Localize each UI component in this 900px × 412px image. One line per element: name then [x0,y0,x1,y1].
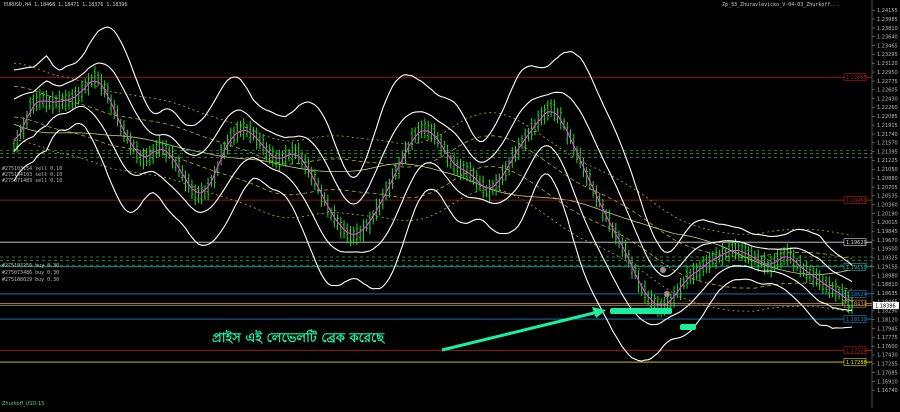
price-tick-label: 1.21395 [877,150,898,156]
symbol-info: EURUSD,H4 1.18468 1.18471 1.18376 1.1839… [4,2,128,8]
order-label[interactable]: #275103256 buy 0.30 [2,263,59,269]
price-tick-label: 1.20880 [877,176,898,182]
level-price: 1.18130 [846,317,867,323]
level-price: 1.19150 [846,265,867,271]
price-tick-label: 1.18635 [877,291,898,297]
envelope-band [13,85,853,259]
price-chart[interactable]: 1.22855 1.20450 1.19629 1.19150 1.18624 1.184… [0,0,900,408]
price-tick-label: 1.23640 [877,34,898,40]
annotation-arrow [441,310,599,352]
price-tick-label: 1.17600 [877,344,898,350]
annotation-text: প্রাইস এই লেভেলটি ব্রেক করেছে [212,329,385,346]
price-tick-label: 1.23465 [877,43,898,49]
price-tick-label: 1.17945 [877,326,898,332]
price-tick-label: 1.22430 [877,96,898,102]
order-label[interactable]: #275108029 buy 0.30 [2,277,59,283]
price-tick-label: 1.21570 [877,141,898,147]
order-label[interactable]: #275073486 buy 0.30 [2,270,59,276]
signal-dot [664,291,670,297]
band-line [13,105,853,326]
price-tick-label: 1.24155 [877,8,898,14]
break-marker [610,308,672,314]
price-tick-label: 1.22775 [877,79,898,85]
footer-label: Zhurkoff_USD-15 [2,401,45,407]
price-tick-label: 1.20705 [877,185,898,191]
price-tick-label: 1.16740 [877,388,898,394]
order-label[interactable]: #275071483 sell 0.10 [2,178,62,184]
level-price: 1.19629 [846,240,867,246]
price-tick-label: 1.23120 [877,61,898,67]
price-tick-label: 1.18980 [877,273,898,279]
price-tick-label: 1.16910 [877,379,898,385]
envelope-band [13,116,853,290]
price-tick-label: 1.18810 [877,282,898,288]
price-tick-label: 1.17085 [877,370,898,376]
price-tick-label: 1.22605 [877,88,898,94]
chart-canvas[interactable]: 1.228551.204501.196291.191501.186241.184… [0,0,900,408]
price-tick-label: 1.21915 [877,123,898,129]
price-tick-label: 1.22260 [877,105,898,111]
price-tick-label: 1.20535 [877,194,898,200]
price-tick-label: 1.22085 [877,114,898,120]
price-tick-label: 1.19845 [877,229,898,235]
price-tick-label: 1.19500 [877,247,898,253]
break-marker [680,324,696,330]
price-tick-label: 1.18290 [877,309,898,315]
price-tick-label: 1.19670 [877,238,898,244]
annotation-arrowhead [592,307,606,318]
indicator-name: Zp_33_Zhuravlevicko_V-04-03_Zhurkoff... [722,2,840,8]
level-price: 1.22855 [846,75,867,81]
price-tick-label: 1.21050 [877,167,898,173]
price-tick-label: 1.20015 [877,220,898,226]
price-tick-label: 1.18120 [877,317,898,323]
price-tick-label: 1.17255 [877,362,898,368]
price-tick-label: 1.23810 [877,26,898,32]
price-tick-label: 1.21740 [877,132,898,138]
price-tick-label: 1.23295 [877,52,898,58]
price-tick-label: 1.23985 [877,17,898,23]
level-price: 1.20450 [846,198,867,204]
level-price: 1.17288 [846,360,867,366]
price-tick-label: 1.19155 [877,264,898,270]
price-tick-label: 1.21225 [877,158,898,164]
price-tick-label: 1.17775 [877,335,898,341]
price-tick-label: 1.19325 [877,256,898,262]
current-price-label: 1.18396 [875,303,896,309]
level-price: 1.17524 [846,348,867,354]
price-tick-label: 1.17430 [877,353,898,359]
fast-ma-line [13,80,853,306]
price-tick-label: 1.22950 [877,70,898,76]
band-line [13,26,853,266]
signal-dot [660,267,666,273]
price-tick-label: 1.20190 [877,211,898,217]
price-tick-label: 1.20360 [877,203,898,209]
